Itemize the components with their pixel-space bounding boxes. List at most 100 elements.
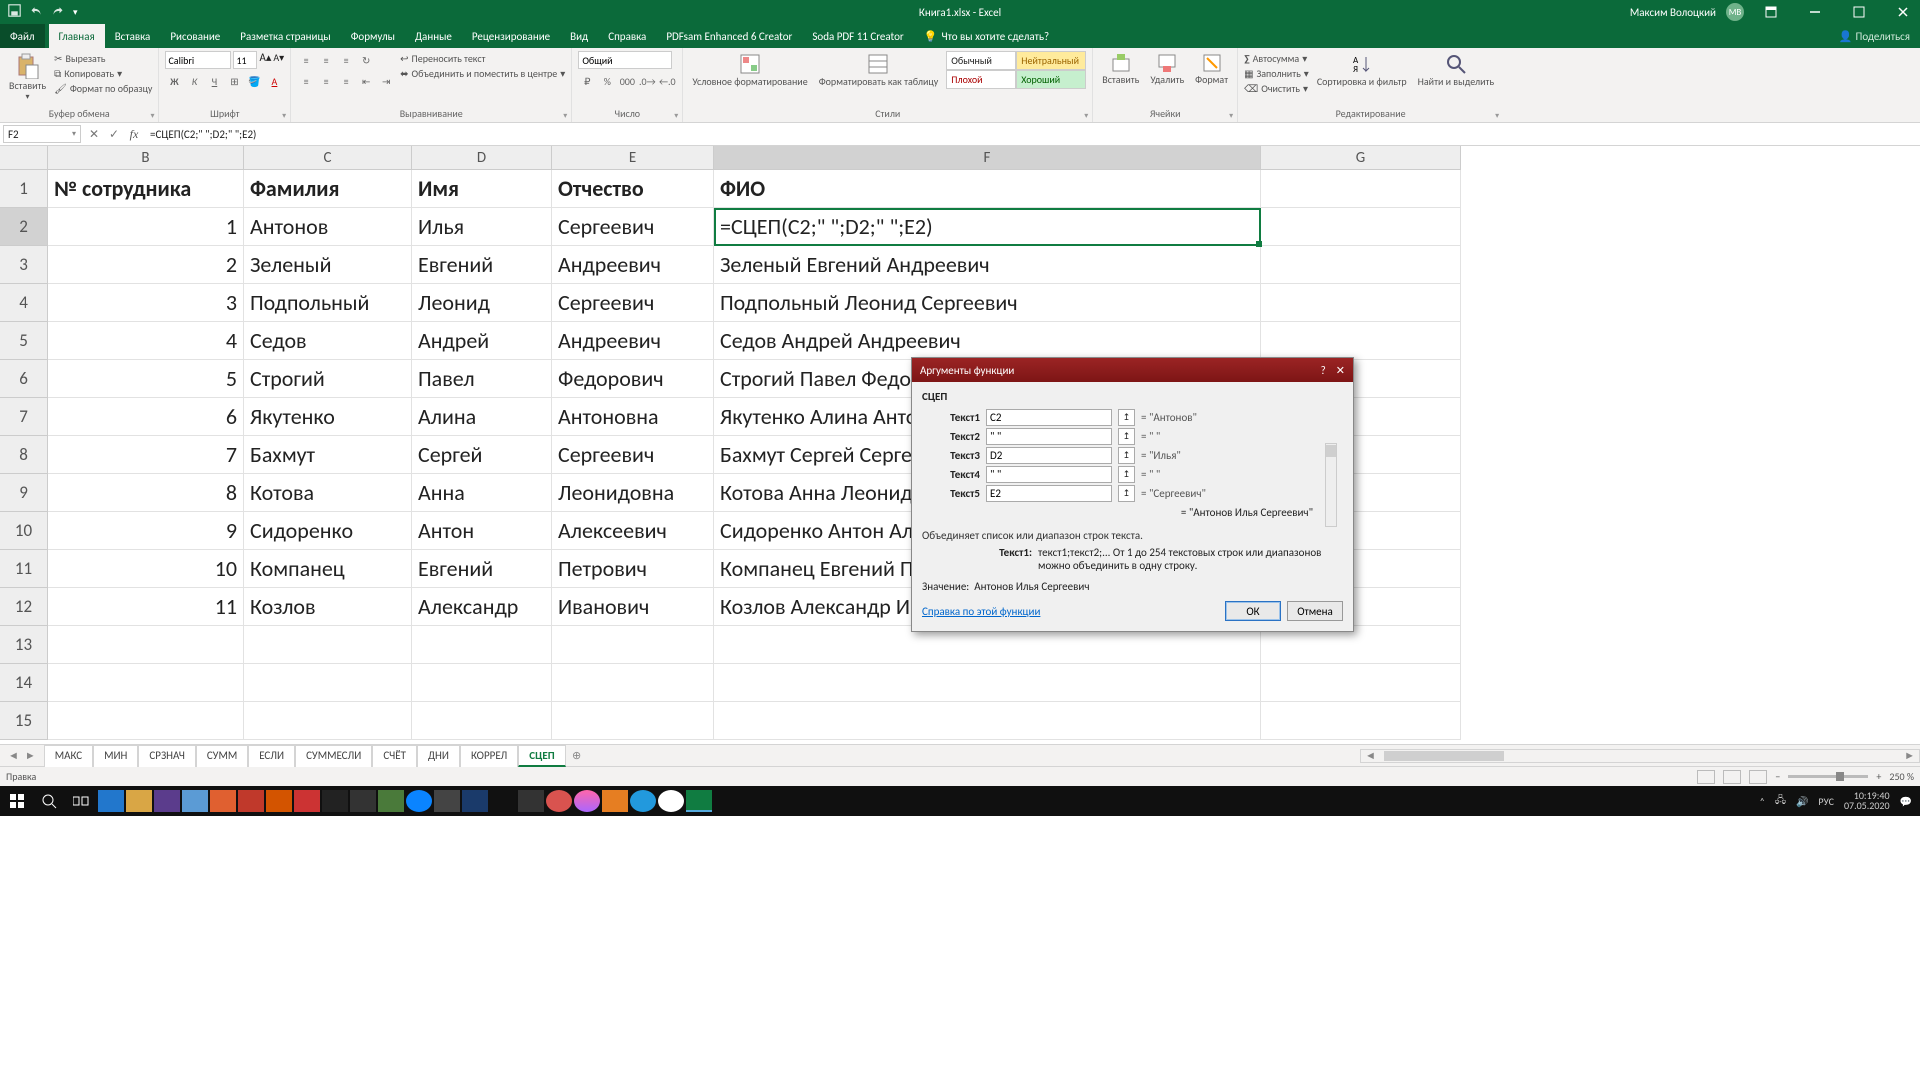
tb-app-13[interactable] xyxy=(434,790,460,812)
dialog-help-icon[interactable]: ? xyxy=(1321,364,1326,377)
tell-me[interactable]: 💡Что вы хотите сделать? xyxy=(914,24,1059,48)
cell[interactable]: 2 xyxy=(48,246,244,284)
find-select-button[interactable]: Найти и выделить xyxy=(1415,51,1497,90)
save-icon[interactable] xyxy=(8,4,21,20)
ribbon-tab[interactable]: Формулы xyxy=(341,24,405,48)
row-header[interactable]: 12 xyxy=(0,588,48,626)
cell[interactable]: Сидоренко xyxy=(244,512,412,550)
start-button[interactable] xyxy=(2,787,32,815)
row-header[interactable]: 3 xyxy=(0,246,48,284)
autosum-button[interactable]: ∑ Автосумма ▾ xyxy=(1244,51,1309,66)
cell[interactable] xyxy=(552,664,714,702)
cell[interactable] xyxy=(714,702,1261,740)
cell[interactable]: Компанец xyxy=(244,550,412,588)
arg-input[interactable] xyxy=(986,485,1112,502)
redo-icon[interactable] xyxy=(51,5,65,20)
tb-app-4[interactable] xyxy=(182,790,208,812)
row-header[interactable]: 13 xyxy=(0,626,48,664)
style-neutral[interactable]: Нейтральный xyxy=(1016,51,1086,70)
align-left-icon[interactable]: ≡ xyxy=(297,72,315,90)
row-header[interactable]: 9 xyxy=(0,474,48,512)
cell[interactable]: Андреевич xyxy=(552,246,714,284)
row-header[interactable]: 8 xyxy=(0,436,48,474)
cell[interactable]: 8 xyxy=(48,474,244,512)
function-help-link[interactable]: Справка по этой функции xyxy=(922,605,1040,618)
bold-button[interactable]: Ж xyxy=(165,72,183,90)
cell[interactable]: Зеленый xyxy=(244,246,412,284)
zoom-out-icon[interactable]: − xyxy=(1775,770,1780,783)
add-sheet-button[interactable]: ⊕ xyxy=(566,749,588,762)
undo-icon[interactable] xyxy=(29,5,43,20)
row-header[interactable]: 7 xyxy=(0,398,48,436)
sheet-tab[interactable]: КОРРЕЛ xyxy=(460,745,518,767)
tb-app-7[interactable] xyxy=(266,790,292,812)
cell[interactable]: Андрей xyxy=(412,322,552,360)
ribbon-tab[interactable]: Рецензирование xyxy=(462,24,560,48)
col-header[interactable]: G xyxy=(1261,146,1461,170)
cell[interactable] xyxy=(552,626,714,664)
cell[interactable] xyxy=(1261,170,1461,208)
tb-app-6[interactable] xyxy=(238,790,264,812)
tb-app-5[interactable] xyxy=(210,790,236,812)
view-normal-icon[interactable] xyxy=(1697,770,1715,784)
insert-cells-button[interactable]: Вставить xyxy=(1099,51,1142,88)
paste-button[interactable]: Вставить▾ xyxy=(6,51,49,103)
cell[interactable]: Отчество xyxy=(552,170,714,208)
shrink-font-icon[interactable]: A▾ xyxy=(273,51,284,69)
tb-app-18[interactable] xyxy=(574,790,600,812)
fill-button[interactable]: ▦Заполнить ▾ xyxy=(1244,66,1309,81)
cell[interactable]: 4 xyxy=(48,322,244,360)
col-header[interactable]: D xyxy=(412,146,552,170)
tb-app-11[interactable] xyxy=(378,790,404,812)
currency-icon[interactable]: ₽ xyxy=(578,72,596,90)
cell[interactable]: Зеленый Евгений Андреевич xyxy=(714,246,1261,284)
cell[interactable]: Леонид xyxy=(412,284,552,322)
tray-sound-icon[interactable]: 🔊 xyxy=(1796,795,1808,808)
accept-formula-icon[interactable]: ✓ xyxy=(104,127,124,142)
cell[interactable]: Алина xyxy=(412,398,552,436)
range-picker-icon[interactable]: ↥ xyxy=(1118,447,1135,464)
grow-font-icon[interactable]: A▴ xyxy=(259,51,271,69)
cell[interactable]: Александр xyxy=(412,588,552,626)
ok-button[interactable]: ОК xyxy=(1225,601,1281,621)
fx-icon[interactable]: fx xyxy=(124,127,144,142)
tb-app-8[interactable] xyxy=(294,790,320,812)
cell[interactable] xyxy=(412,664,552,702)
user-name[interactable]: Максим Волоцкий xyxy=(1630,6,1716,19)
cell[interactable]: Бахмут xyxy=(244,436,412,474)
sheet-tab[interactable]: ДНИ xyxy=(417,745,460,767)
cell[interactable]: Петрович xyxy=(552,550,714,588)
clear-button[interactable]: ⌫Очистить ▾ xyxy=(1244,81,1309,96)
ribbon-tab[interactable]: Вид xyxy=(560,24,598,48)
align-bot-icon[interactable]: ≡ xyxy=(337,51,355,69)
next-sheet-icon[interactable]: ► xyxy=(25,749,36,762)
row-header[interactable]: 6 xyxy=(0,360,48,398)
cell[interactable]: Сергеевич xyxy=(552,208,714,246)
zoom-in-icon[interactable]: + xyxy=(1876,770,1881,783)
cell[interactable]: 11 xyxy=(48,588,244,626)
cell[interactable]: Илья xyxy=(412,208,552,246)
cond-format-button[interactable]: Условное форматирование xyxy=(689,51,810,90)
percent-icon[interactable]: % xyxy=(598,72,616,90)
ribbon-tab[interactable]: Данные xyxy=(405,24,462,48)
row-header[interactable]: 1 xyxy=(0,170,48,208)
cell[interactable]: Федорович xyxy=(552,360,714,398)
dec-decimal-icon[interactable]: ←.0 xyxy=(658,72,676,90)
cell[interactable] xyxy=(714,664,1261,702)
minimize-icon[interactable] xyxy=(1798,0,1832,24)
tab-file[interactable]: Файл xyxy=(0,24,45,48)
qat-more-icon[interactable]: ▾ xyxy=(73,7,78,18)
number-format-select[interactable] xyxy=(578,51,672,69)
tb-excel[interactable] xyxy=(686,790,712,812)
col-header[interactable]: C xyxy=(244,146,412,170)
dialog-close-icon[interactable]: ✕ xyxy=(1336,364,1345,377)
tb-app-12[interactable] xyxy=(406,790,432,812)
tray-expand-icon[interactable]: ˄ xyxy=(1759,795,1764,808)
sheet-tab[interactable]: СРЗНАЧ xyxy=(138,745,195,767)
cell[interactable]: Анна xyxy=(412,474,552,512)
col-header[interactable]: B xyxy=(48,146,244,170)
maximize-icon[interactable] xyxy=(1842,0,1876,24)
close-icon[interactable] xyxy=(1886,0,1920,24)
wrap-text-button[interactable]: ↩Переносить текст xyxy=(400,51,565,66)
cell[interactable] xyxy=(1261,702,1461,740)
